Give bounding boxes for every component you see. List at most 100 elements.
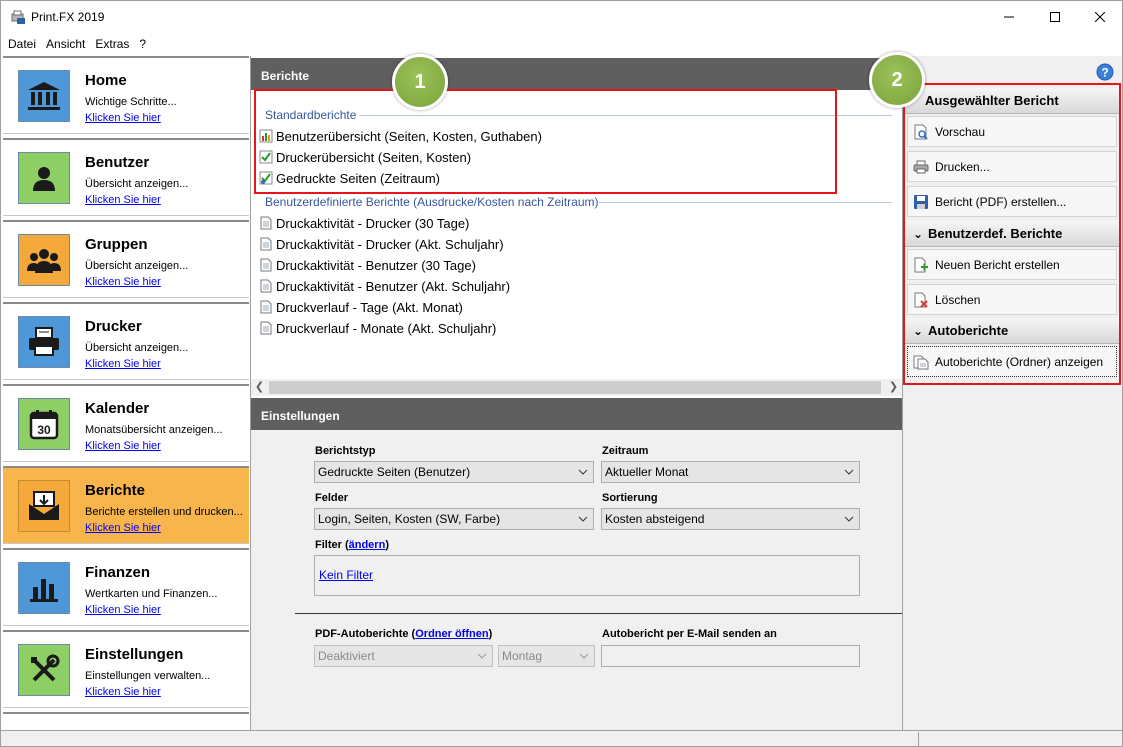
svg-text:30: 30: [37, 423, 51, 437]
report-item[interactable]: Druckaktivität - Drucker (30 Tage): [259, 213, 469, 233]
help-icon[interactable]: ?: [1096, 63, 1114, 81]
report-item-label: Druckaktivität - Drucker (Akt. Schuljahr…: [276, 236, 504, 252]
sortierung-value: Kosten absteigend: [605, 512, 705, 526]
sidebar-item-home[interactable]: Home Wichtige Schritte... Klicken Sie hi…: [3, 56, 249, 134]
sortierung-label: Sortierung: [602, 492, 658, 504]
chevron-down-icon: [578, 469, 588, 475]
minimize-icon: [1004, 16, 1014, 18]
sidebar-item-link[interactable]: Klicken Sie hier: [85, 440, 161, 452]
zeitraum-label: Zeitraum: [602, 445, 649, 457]
sidebar-item-link[interactable]: Klicken Sie hier: [85, 112, 161, 124]
felder-select[interactable]: Login, Seiten, Kosten (SW, Farbe): [314, 508, 594, 530]
report-item[interactable]: Druckverlauf - Monate (Akt. Schuljahr): [259, 318, 496, 338]
filter-label: Filter (ändern): [315, 539, 389, 551]
horizontal-scrollbar[interactable]: ❮ ❯: [251, 379, 902, 396]
scroll-right-icon[interactable]: ❯: [885, 379, 902, 396]
filter-value-link[interactable]: Kein Filter: [319, 568, 373, 582]
sidebar-item-berichte[interactable]: Berichte Berichte erstellen und drucken.…: [3, 466, 249, 544]
sidebar-divider: [3, 712, 249, 714]
report-item-label: Druckaktivität - Drucker (30 Tage): [276, 215, 470, 231]
annotation-box-1: [254, 89, 837, 194]
filter-change-link[interactable]: ändern: [349, 539, 386, 551]
pdf-autobericht-select[interactable]: Deaktiviert: [314, 645, 493, 667]
berichtstyp-value: Gedruckte Seiten (Benutzer): [318, 465, 471, 479]
chevron-down-icon: [844, 516, 854, 522]
settings-tools-icon: [18, 644, 70, 696]
filter-box[interactable]: Kein Filter: [314, 555, 860, 596]
close-button[interactable]: [1077, 1, 1123, 33]
sidebar-item-einstellungen[interactable]: Einstellungen Einstellungen verwalten...…: [3, 630, 249, 708]
zeitraum-value: Aktueller Monat: [605, 465, 689, 479]
report-document-icon: [260, 216, 272, 230]
report-document-icon: [260, 258, 272, 272]
calendar-icon: 30: [18, 398, 70, 450]
email-label: Autobericht per E-Mail senden an: [602, 628, 777, 640]
sidebar-item-link[interactable]: Klicken Sie hier: [85, 194, 161, 206]
sortierung-select[interactable]: Kosten absteigend: [601, 508, 860, 530]
sidebar-item-title: Benutzer: [85, 154, 150, 171]
window-title: Print.FX 2019: [31, 10, 105, 24]
chevron-down-icon: [579, 653, 589, 659]
sidebar-item-link[interactable]: Klicken Sie hier: [85, 276, 161, 288]
report-document-icon: [260, 300, 272, 314]
reports-icon: [18, 480, 70, 532]
chevron-down-icon: [477, 653, 487, 659]
sidebar-item-desc: Wertkarten und Finanzen...: [85, 588, 218, 600]
sidebar-item-desc: Monatsübersicht anzeigen...: [85, 424, 223, 436]
menu-ansicht[interactable]: Ansicht: [41, 33, 90, 55]
email-input[interactable]: [601, 645, 860, 667]
zeitraum-select[interactable]: Aktueller Monat: [601, 461, 860, 483]
sidebar-item-desc: Wichtige Schritte...: [85, 96, 177, 108]
status-bar: [0, 730, 1123, 747]
report-item[interactable]: Druckaktivität - Benutzer (30 Tage): [259, 255, 476, 275]
sidebar-item-link[interactable]: Klicken Sie hier: [85, 522, 161, 534]
weekday-select[interactable]: Montag: [498, 645, 595, 667]
scrollbar-thumb[interactable]: [269, 381, 881, 394]
sidebar-item-title: Drucker: [85, 318, 142, 335]
sidebar-item-title: Berichte: [85, 482, 146, 499]
report-item[interactable]: Druckaktivität - Benutzer (Akt. Schuljah…: [259, 276, 510, 296]
report-document-icon: [260, 321, 272, 335]
sidebar-item-link[interactable]: Klicken Sie hier: [85, 358, 161, 370]
sidebar-item-gruppen[interactable]: Gruppen Übersicht anzeigen... Klicken Si…: [3, 220, 249, 298]
sidebar-item-desc: Übersicht anzeigen...: [85, 178, 189, 190]
open-folder-link[interactable]: Ordner öffnen: [415, 628, 488, 640]
pdf-autoberichte-label: PDF-Autoberichte (Ordner öffnen): [315, 628, 492, 640]
sidebar-item-link[interactable]: Klicken Sie hier: [85, 604, 161, 616]
home-icon: [18, 70, 70, 122]
sidebar-item-finanzen[interactable]: Finanzen Wertkarten und Finanzen... Klic…: [3, 548, 249, 626]
felder-label: Felder: [315, 492, 349, 504]
group-icon: [18, 234, 70, 286]
reports-header: Berichte: [251, 58, 902, 90]
sidebar-item-drucker[interactable]: Drucker Übersicht anzeigen... Klicken Si…: [3, 302, 249, 380]
sidebar: Home Wichtige Schritte... Klicken Sie hi…: [0, 56, 250, 730]
settings-divider: [295, 613, 902, 614]
finance-icon: [18, 562, 70, 614]
menu-datei[interactable]: Datei: [3, 33, 41, 55]
report-item[interactable]: Druckaktivität - Drucker (Akt. Schuljahr…: [259, 234, 504, 254]
sidebar-item-kalender[interactable]: 30 Kalender Monatsübersicht anzeigen... …: [3, 384, 249, 462]
sidebar-item-desc: Übersicht anzeigen...: [85, 260, 189, 272]
sidebar-item-link[interactable]: Klicken Sie hier: [85, 686, 161, 698]
section-divider: [599, 202, 892, 203]
sidebar-item-desc: Berichte erstellen und drucken...: [85, 506, 243, 518]
sidebar-item-benutzer[interactable]: Benutzer Übersicht anzeigen... Klicken S…: [3, 138, 249, 216]
annotation-box-2: [903, 83, 1121, 385]
sidebar-item-desc: Übersicht anzeigen...: [85, 342, 189, 354]
menu-help[interactable]: ?: [134, 33, 151, 55]
sidebar-item-title: Gruppen: [85, 236, 148, 253]
pdf-label-text: PDF-Autoberichte (: [315, 628, 416, 640]
menu-bar: Datei Ansicht Extras ?: [0, 32, 1123, 56]
menu-extras[interactable]: Extras: [90, 33, 134, 55]
berichtstyp-select[interactable]: Gedruckte Seiten (Benutzer): [314, 461, 594, 483]
scroll-left-icon[interactable]: ❮: [251, 379, 268, 396]
app-icon: [11, 10, 25, 24]
report-item-label: Druckverlauf - Tage (Akt. Monat): [276, 299, 463, 315]
chevron-down-icon: [844, 469, 854, 475]
report-item[interactable]: Druckverlauf - Tage (Akt. Monat): [259, 297, 463, 317]
svg-text:?: ?: [1101, 66, 1108, 80]
report-item-label: Druckaktivität - Benutzer (30 Tage): [276, 257, 476, 273]
maximize-button[interactable]: [1032, 1, 1078, 33]
minimize-button[interactable]: [986, 1, 1032, 33]
annotation-badge-1: 1: [392, 54, 448, 110]
